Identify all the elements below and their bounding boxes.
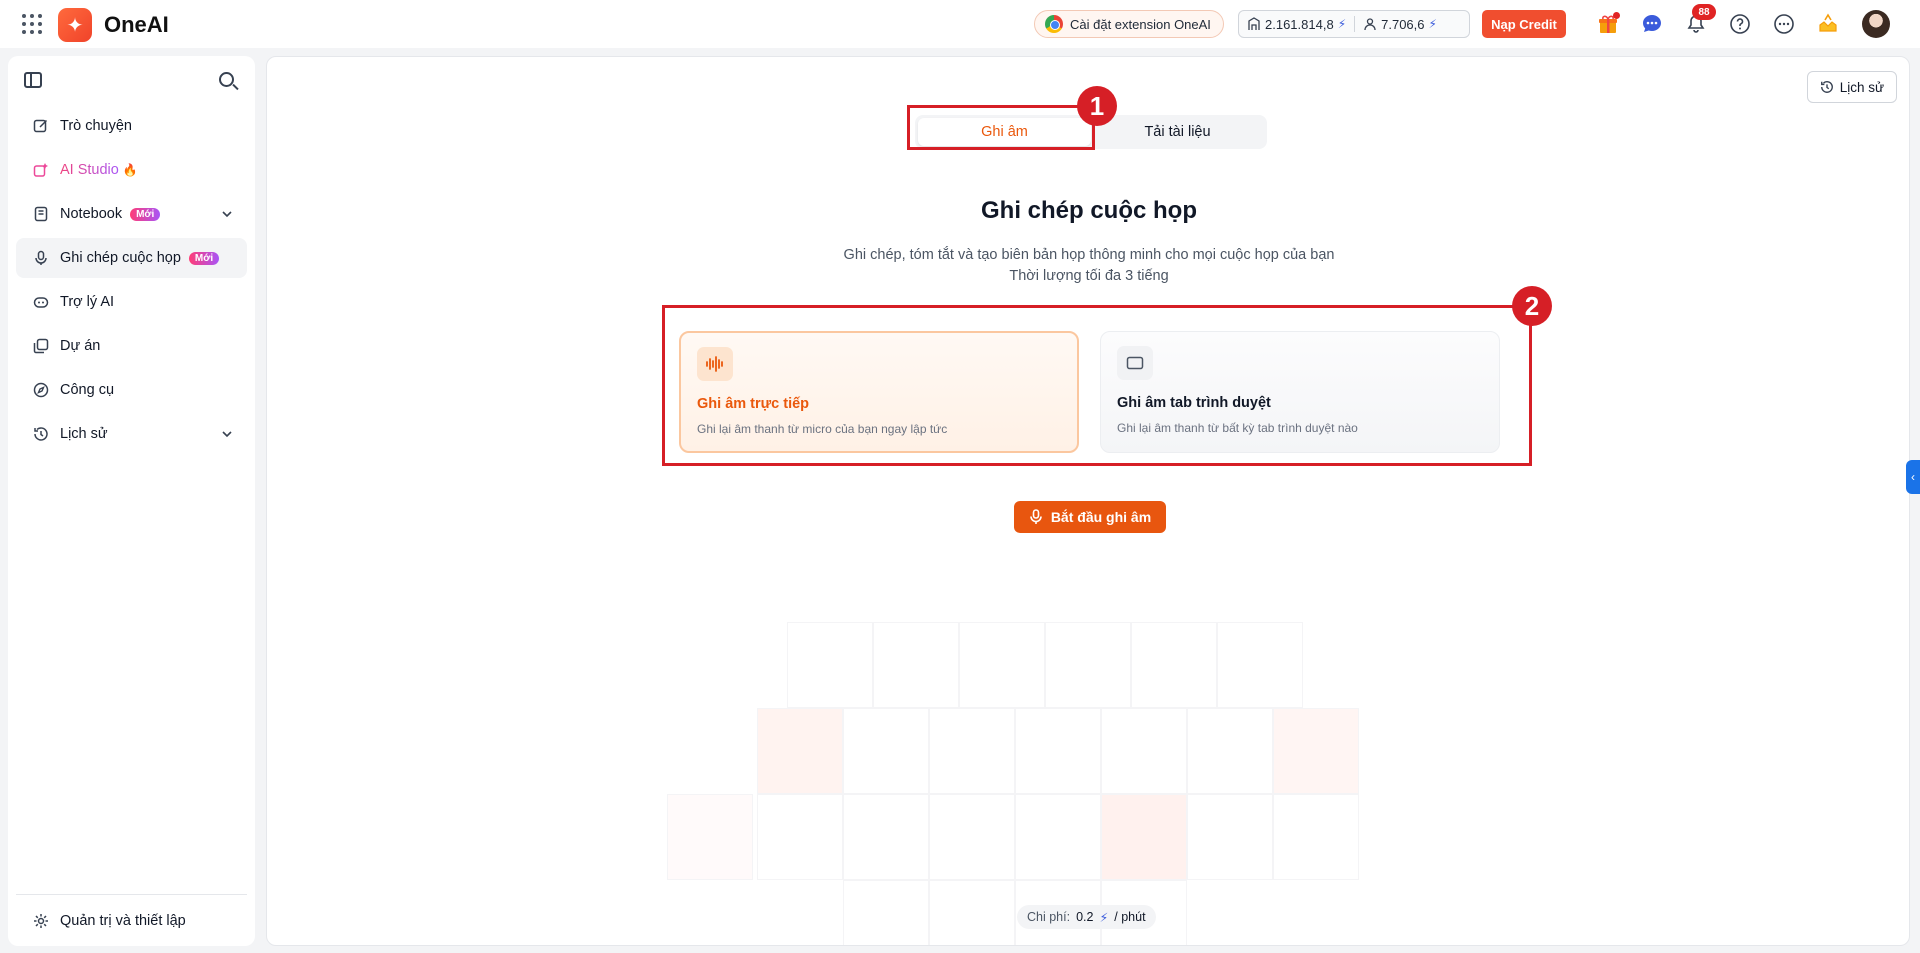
new-badge: Mới [130,207,161,221]
top-bar: ✦ OneAI Cài đặt extension OneAI 2.161.81… [0,0,1920,48]
tab-upload-document[interactable]: Tải tài liệu [1091,118,1264,146]
sidebar-item-label: Dự án [60,338,101,354]
brand-name[interactable]: OneAI [104,12,169,38]
copy-icon [32,337,50,355]
notebook-icon [32,205,50,223]
sidebar-item-meeting-notes[interactable]: Ghi chép cuộc họp Mới [16,238,247,278]
cost-indicator: Chi phí: 0.2 ⚡ / phút [1017,905,1156,929]
bolt-icon: ⚡ [1337,17,1347,31]
gear-icon [32,912,50,930]
bolt-icon: ⚡ [1428,17,1437,31]
ai-studio-icon [32,161,50,179]
cost-unit: / phút [1114,910,1146,924]
history-button-label: Lịch sử [1839,79,1884,95]
chevron-down-icon[interactable] [219,426,235,442]
duration-limit: Thời lượng tối đa 3 tiếng [1009,268,1169,284]
oneai-logo-icon[interactable]: ✦ [58,8,92,42]
stat-user-credit: 7.706,6 ⚡ [1355,17,1445,32]
annotation-marker-2: 2 [1512,286,1552,326]
sidebar-item-label: Công cụ [60,382,115,398]
sidebar-item-history[interactable]: Lịch sử [16,414,247,454]
sidebar-item-label: Ghi chép cuộc họp [60,250,181,266]
stat-user-value: 7.706,6 [1381,16,1425,32]
user-icon [1364,18,1376,31]
sidebar-item-notebook[interactable]: Notebook Mới [16,194,247,234]
help-icon[interactable] [1726,10,1754,38]
sidebar-toggle-icon[interactable] [24,72,42,88]
flame-icon: 🔥 [122,163,138,177]
stat-org-credit: 2.161.814,8 ⚡ [1239,17,1354,32]
new-badge: Mới [188,251,220,265]
building-icon [1248,17,1260,30]
cost-amount: 0.2 [1076,910,1094,924]
chat-bubble-icon[interactable] [1638,10,1666,38]
side-panel-toggle[interactable]: ‹ [1906,460,1920,494]
microphone-icon [1030,509,1042,524]
sidebar-item-ai-studio[interactable]: AI Studio 🔥 [16,150,247,190]
history-icon [32,425,50,443]
sidebar-item-label: AI Studio [60,162,119,178]
start-recording-label: Bắt đầu ghi âm [1050,509,1152,525]
cost-label: Chi phí: [1027,910,1071,924]
apps-grid-icon[interactable] [22,14,42,34]
bolt-icon: ⚡ [1099,910,1109,925]
chevron-down-icon[interactable] [219,206,235,222]
robot-icon [32,293,50,311]
search-icon[interactable] [219,72,234,87]
gift-dot [1613,12,1620,19]
sidebar-item-chat[interactable]: Trò chuyện [16,106,247,146]
chrome-icon [1045,15,1063,33]
edit-icon [32,117,50,135]
sidebar-header [8,56,255,106]
annotation-marker-1: 1 [1077,86,1117,126]
page-description: Ghi chép, tóm tắt và tạo biên bản họp th… [267,245,1909,287]
sidebar: Trò chuyện AI Studio 🔥 Notebook Mới Ghi … [8,56,255,946]
install-extension-button[interactable]: Cài đặt extension OneAI [1034,10,1224,38]
start-recording-button[interactable]: Bắt đầu ghi âm [1014,501,1166,533]
install-extension-label: Cài đặt extension OneAI [1070,16,1211,32]
sidebar-item-label: Trò chuyện [60,118,132,134]
referral-icon[interactable] [1814,10,1842,38]
history-button[interactable]: Lịch sử [1806,71,1897,103]
annotation-box-2 [662,305,1532,466]
description-line: Ghi chép, tóm tắt và tạo biên bản họp th… [843,247,1335,263]
compass-icon [32,381,50,399]
sidebar-item-label: Notebook [60,206,123,222]
sidebar-item-tools[interactable]: Công cụ [16,370,247,410]
credit-stats[interactable]: 2.161.814,8 ⚡ 7.706,6 ⚡ [1238,10,1470,38]
page-title: Ghi chép cuộc họp [980,197,1197,224]
stat-org-value: 2.161.814,8 [1265,16,1334,32]
main-panel: Lịch sử Ghi âm Tải tài liệu Ghi chép cuộ… [266,56,1910,946]
decorative-grid [627,622,1507,945]
sidebar-item-ai-assistant[interactable]: Trợ lý AI [16,282,247,322]
user-avatar[interactable] [1862,10,1890,38]
settings-label: Quản trị và thiết lập [60,912,186,929]
settings-link[interactable]: Quản trị và thiết lập [16,894,247,946]
history-icon [1820,81,1833,93]
notification-count-badge: 88 [1692,4,1716,20]
annotation-box-1 [907,105,1095,150]
sidebar-item-projects[interactable]: Dự án [16,326,247,366]
sidebar-item-label: Lịch sử [60,426,108,442]
top-up-credit-button[interactable]: Nạp Credit [1482,10,1566,38]
microphone-icon [32,249,50,267]
more-options-icon[interactable] [1770,10,1798,38]
sidebar-item-label: Trợ lý AI [60,294,115,310]
